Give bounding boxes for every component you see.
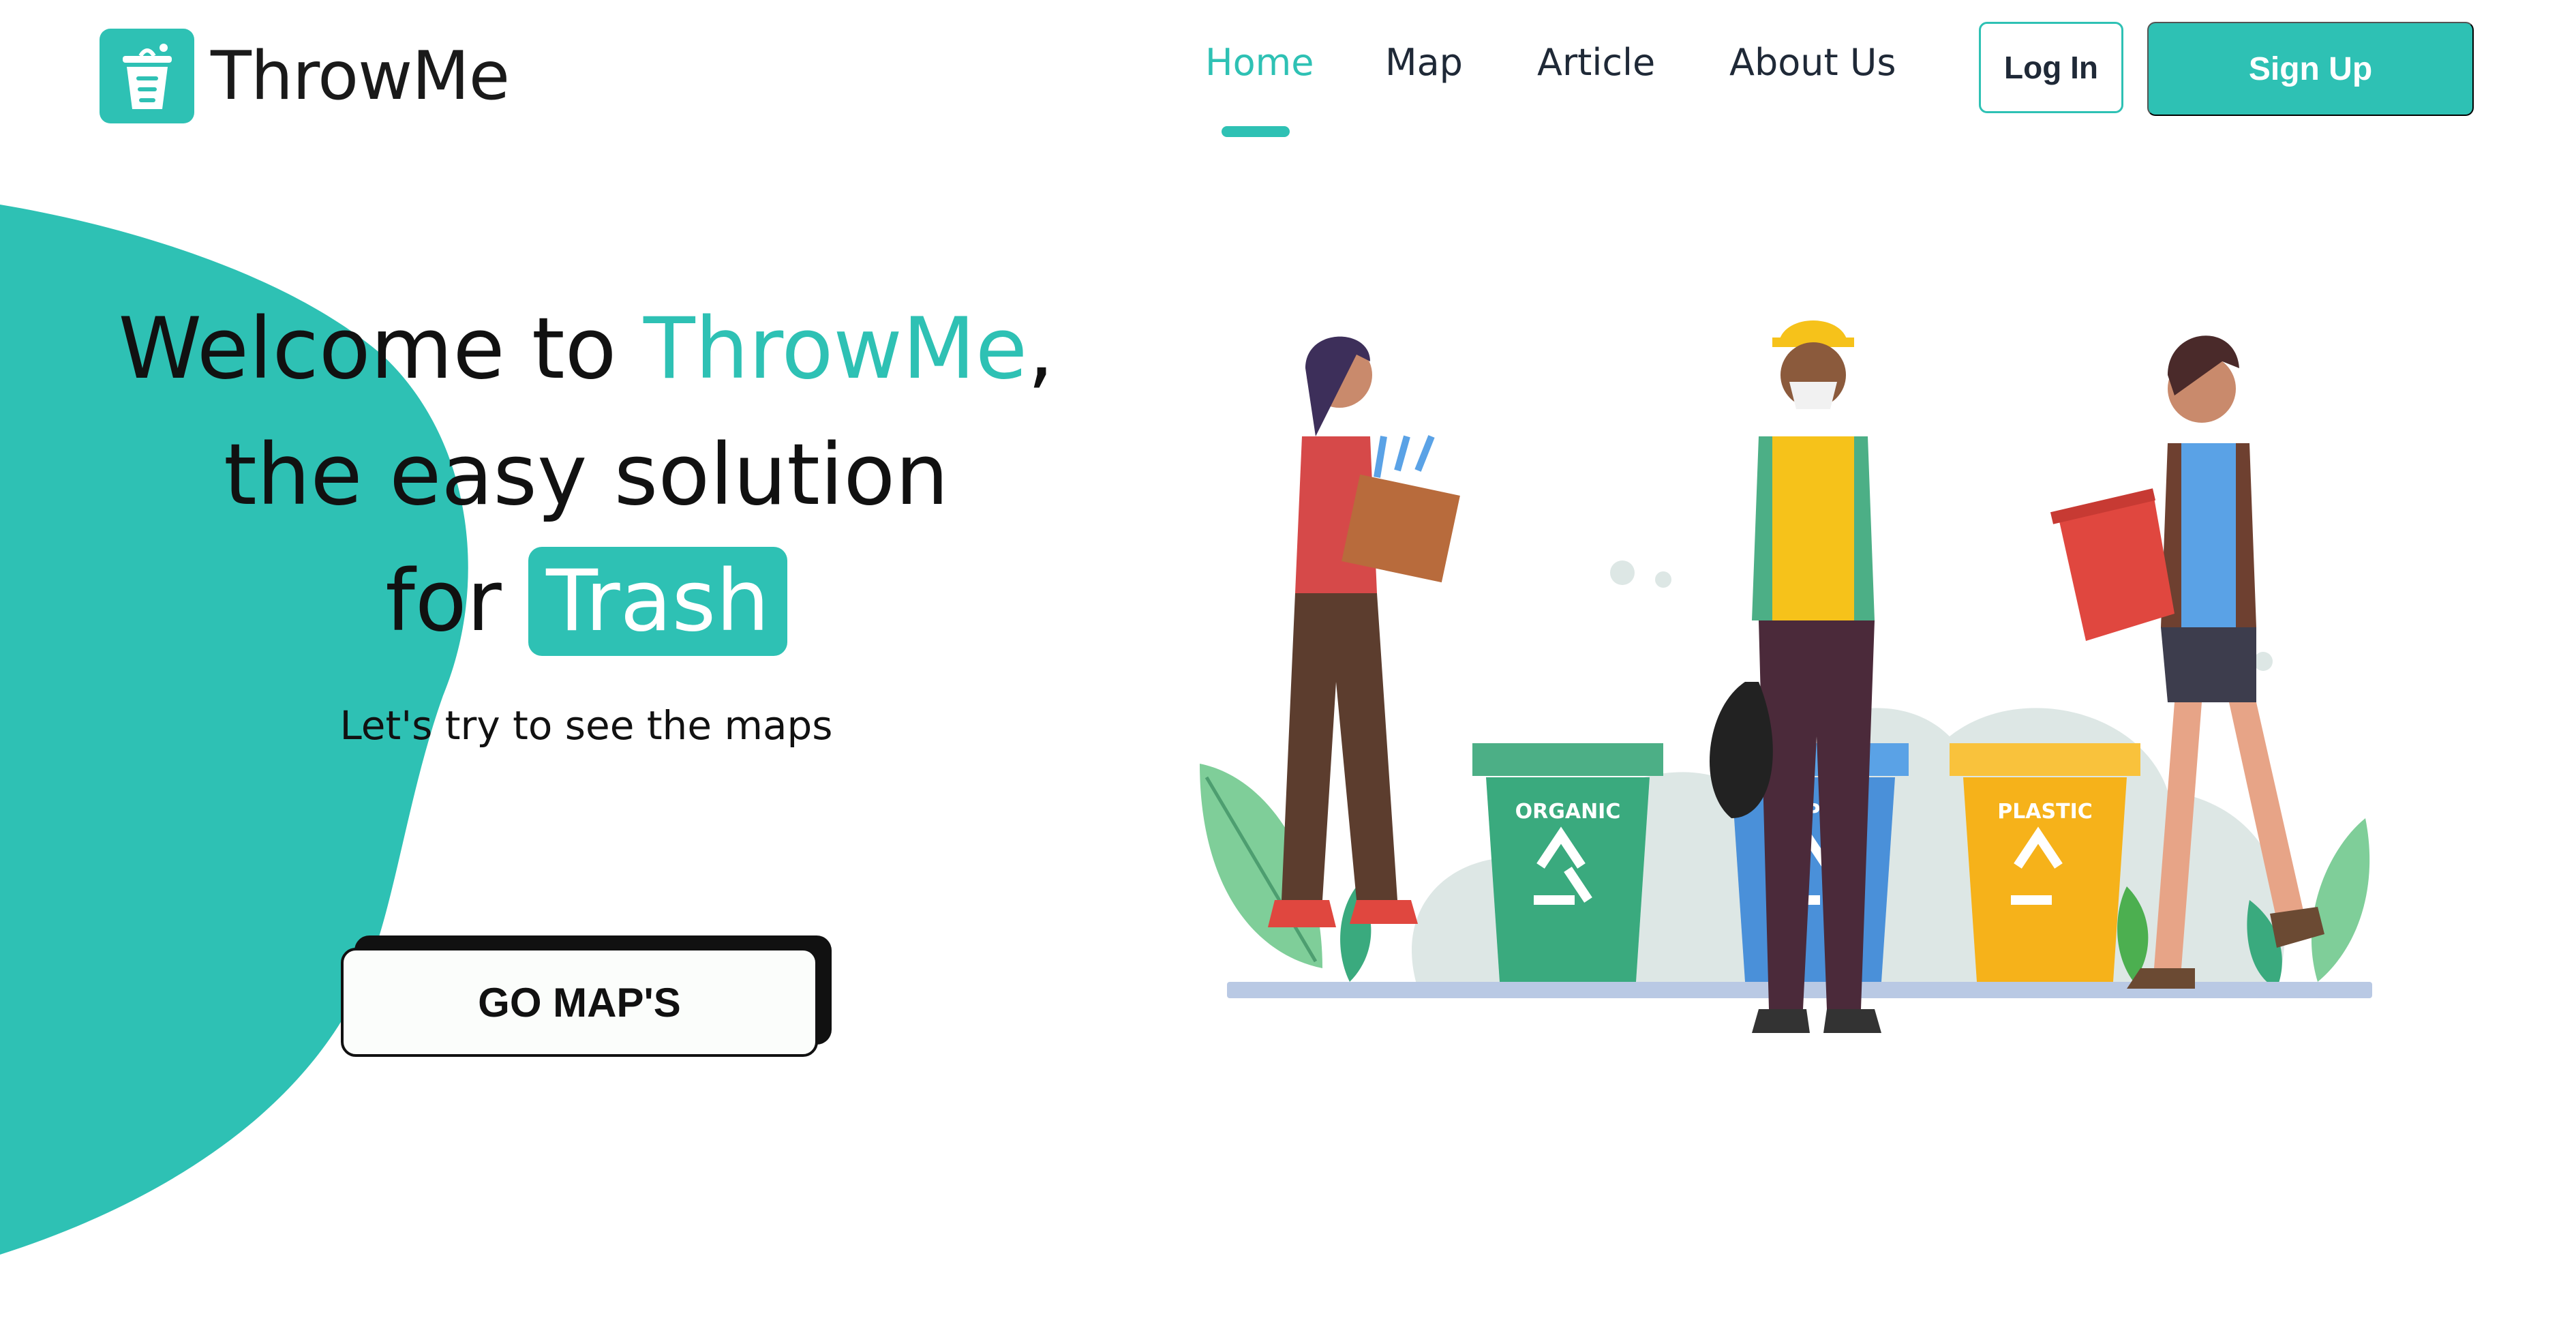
hero-brand-accent: ThrowMe (643, 300, 1028, 398)
plastic-bin-label: PLASTIC (1997, 800, 2093, 824)
nav-about-us[interactable]: About Us (1729, 41, 1896, 84)
organic-bin: ORGANIC (1472, 743, 1663, 982)
brand-name: ThrowMe (211, 37, 510, 115)
nav-home[interactable]: Home (1205, 41, 1314, 84)
go-maps-button[interactable]: GO MAP'S (341, 948, 818, 1057)
hero-headline: Welcome to ThrowMe, the easy solution fo… (82, 286, 1091, 665)
hero-line-3-prefix: for (385, 552, 529, 650)
organic-bin-label: ORGANIC (1515, 800, 1621, 824)
woman-with-box (1268, 336, 1460, 927)
hero-line-1: Welcome to ThrowMe, (82, 286, 1091, 413)
hero-line-3: for Trash (82, 539, 1091, 665)
plastic-bin: PLASTIC (1950, 743, 2140, 982)
hero-trash-pill: Trash (528, 547, 787, 656)
signup-button[interactable]: Sign Up (2147, 22, 2474, 116)
hero-line-2: the easy solution (224, 426, 949, 524)
brand-logo[interactable]: ThrowMe (100, 29, 510, 123)
login-button[interactable]: Log In (1979, 22, 2123, 113)
hero-subtitle: Let's try to see the maps (339, 702, 833, 749)
hero-line-1-prefix: Welcome to (118, 300, 643, 398)
trash-bin-icon (100, 29, 194, 123)
recycling-illustration: ORGANIC PAPER PLASTIC (1200, 320, 2372, 1033)
nav-map[interactable]: Map (1385, 41, 1463, 84)
nav-active-indicator (1222, 126, 1290, 137)
hero-line-1-suffix: , (1027, 300, 1055, 398)
nav-article[interactable]: Article (1537, 41, 1655, 84)
